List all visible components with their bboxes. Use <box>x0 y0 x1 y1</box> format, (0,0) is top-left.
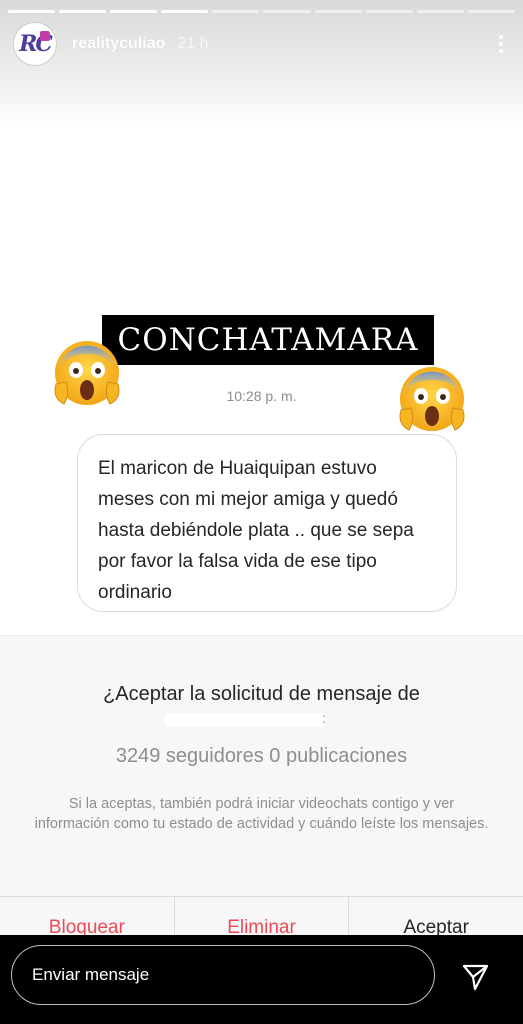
message-request-panel: ¿Aceptar la solicitud de mensaje de : 32… <box>0 635 523 935</box>
delete-button[interactable]: Eliminar <box>175 897 350 935</box>
story-frame[interactable]: RC realityculiao 21 h CONCHATAMARA 10:28… <box>0 0 523 935</box>
avatar-accent <box>40 31 50 41</box>
request-note: Si la aceptas, también podrá iniciar vid… <box>34 796 489 832</box>
send-icon[interactable] <box>460 962 490 992</box>
more-options-icon[interactable] <box>493 32 509 56</box>
reply-bar: Enviar mensaje <box>0 935 523 1024</box>
accept-button[interactable]: Aceptar <box>349 897 523 935</box>
request-title-end: : <box>322 710 326 726</box>
redacted-username <box>165 713 325 727</box>
send-message-placeholder: Enviar mensaje <box>32 965 150 984</box>
top-gradient <box>0 0 523 130</box>
message-bubble: El maricon de Huaiquipan estuvo meses co… <box>77 434 457 612</box>
story-time-ago: 21 h <box>177 35 209 52</box>
request-actions: Bloquear Eliminar Aceptar <box>0 897 523 935</box>
story-header: RC realityculiao 21 h <box>14 23 509 65</box>
block-button[interactable]: Bloquear <box>0 897 175 935</box>
username[interactable]: realityculiao <box>72 35 165 53</box>
story-headline: CONCHATAMARA <box>102 315 434 365</box>
request-stats: 3249 seguidores 0 publicaciones <box>115 745 408 767</box>
story-progress-bar <box>8 10 515 13</box>
avatar[interactable]: RC <box>14 23 56 65</box>
send-message-input[interactable]: Enviar mensaje <box>11 945 435 1005</box>
request-title: ¿Aceptar la solicitud de mensaje de <box>103 683 420 705</box>
message-timestamp: 10:28 p. m. <box>226 388 297 404</box>
